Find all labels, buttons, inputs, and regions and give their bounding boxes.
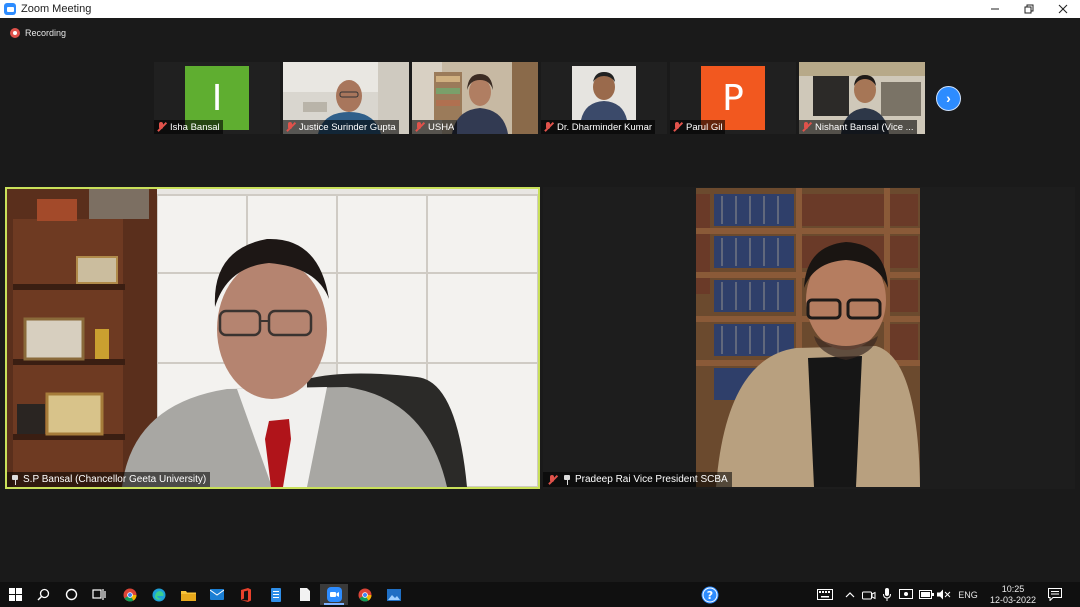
participant-tile[interactable]: I Isha Bansal	[154, 62, 280, 134]
task-view-icon[interactable]	[85, 584, 113, 605]
chevron-right-icon: ›	[946, 89, 951, 106]
speaker-name: Pradeep Rai Vice President SCBA	[575, 474, 728, 485]
search-icon[interactable]	[29, 584, 57, 605]
speaker-nameplate: S.P Bansal (Chancellor Geeta University)	[7, 472, 211, 487]
document-icon[interactable]	[262, 584, 290, 605]
second-speaker-video[interactable]	[696, 188, 920, 487]
keyboard-icon[interactable]	[814, 582, 836, 607]
photos-icon[interactable]	[380, 584, 408, 605]
participant-nameplate: Isha Bansal	[154, 120, 223, 134]
microphone-icon[interactable]	[879, 582, 895, 607]
file-explorer-icon[interactable]	[174, 584, 202, 605]
window-title: Zoom Meeting	[21, 3, 92, 15]
help-icon[interactable]: ?	[699, 582, 721, 607]
participant-nameplate: Parul Gil	[670, 120, 726, 134]
close-button[interactable]	[1046, 0, 1080, 18]
microphone-muted-icon	[414, 122, 424, 132]
participant-nameplate: Nishant Bansal (Vice ...	[799, 120, 917, 134]
volume-muted-icon[interactable]	[935, 582, 953, 607]
svg-text:?: ?	[707, 589, 713, 602]
screen-capture-icon[interactable]	[897, 582, 915, 607]
window-title-bar: Zoom Meeting	[0, 0, 1080, 18]
second-speaker-nameplate: Pradeep Rai Vice President SCBA	[543, 472, 732, 487]
participant-tile[interactable]: Dr. Dharminder Kumar	[541, 62, 667, 134]
participant-nameplate: Dr. Dharminder Kumar	[541, 120, 656, 134]
participant-name: Dr. Dharminder Kumar	[557, 121, 653, 133]
zoom-app-icon	[4, 3, 16, 15]
microphone-muted-icon	[801, 122, 811, 132]
clock-time: 10:25	[1001, 584, 1025, 594]
participant-tile[interactable]: Justice Surinder Gupta	[283, 62, 409, 134]
windows-start-icon[interactable]	[1, 584, 29, 605]
microphone-muted-icon	[543, 122, 553, 132]
mail-icon[interactable]	[203, 584, 231, 605]
participant-tile[interactable]: P Parul Gil	[670, 62, 796, 134]
window-controls	[978, 0, 1080, 18]
clock-date: 12-03-2022	[989, 595, 1036, 605]
restore-button[interactable]	[1012, 0, 1046, 18]
cortana-icon[interactable]	[57, 584, 85, 605]
speaker-name: S.P Bansal (Chancellor Geeta University)	[23, 474, 207, 485]
participant-name: Nishant Bansal (Vice ...	[815, 121, 914, 133]
battery-icon[interactable]	[917, 582, 935, 607]
file-icon[interactable]	[291, 584, 319, 605]
participant-name: Justice Surinder Gupta	[299, 121, 396, 133]
microphone-muted-icon	[285, 122, 295, 132]
microphone-muted-icon	[672, 122, 682, 132]
meet-now-icon[interactable]	[860, 582, 878, 607]
active-speaker-video[interactable]: S.P Bansal (Chancellor Geeta University)	[5, 187, 540, 489]
participant-name: Isha Bansal	[170, 121, 220, 133]
participant-nameplate: USHA	[412, 120, 458, 134]
windows-taskbar: ? ENG 10:25 12-03-2022	[0, 582, 1080, 607]
office-icon[interactable]	[232, 584, 260, 605]
next-page-button[interactable]: ›	[936, 86, 961, 111]
participant-name: USHA	[428, 121, 455, 133]
microphone-muted-icon	[547, 474, 557, 485]
speaker-video-feed	[696, 188, 920, 487]
chrome-icon[interactable]	[351, 584, 379, 605]
minimize-button[interactable]	[978, 0, 1012, 18]
notification-icon[interactable]	[1044, 582, 1066, 607]
participant-nameplate: Justice Surinder Gupta	[283, 120, 399, 134]
participant-name: Parul Gil	[686, 121, 723, 133]
recording-indicator[interactable]: Recording	[10, 28, 66, 38]
edge-icon[interactable]	[145, 584, 173, 605]
recording-icon	[10, 28, 20, 38]
system-clock[interactable]: 10:25 12-03-2022	[990, 584, 1036, 606]
recording-label: Recording	[25, 28, 67, 38]
speaker-video-feed	[7, 189, 538, 487]
pin-icon	[11, 474, 19, 485]
participant-tile[interactable]: USHA	[412, 62, 538, 134]
zoom-icon[interactable]	[320, 584, 348, 605]
pin-icon	[563, 474, 571, 485]
chrome-icon[interactable]	[116, 584, 144, 605]
microphone-muted-icon	[156, 122, 166, 132]
participant-tile[interactable]: Nishant Bansal (Vice ...	[799, 62, 925, 134]
chevron-up-icon[interactable]	[842, 582, 858, 607]
language-indicator[interactable]: ENG	[955, 582, 981, 607]
